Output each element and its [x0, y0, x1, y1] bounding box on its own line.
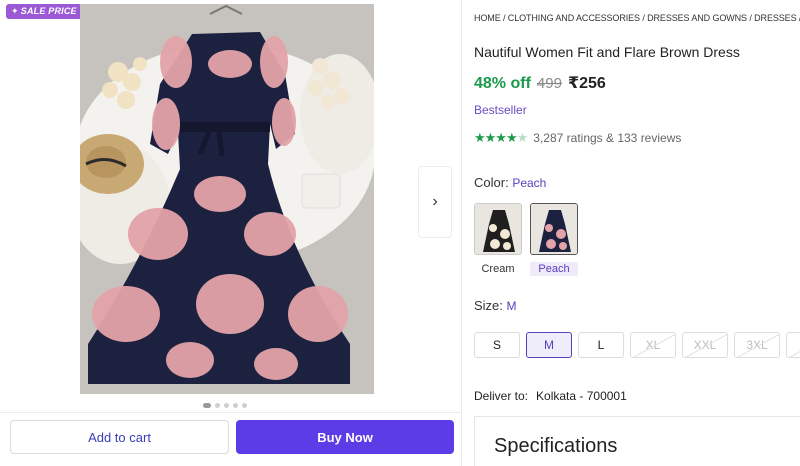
deliver-to-label: Deliver to: — [474, 389, 529, 403]
specifications-title[interactable]: Specifications — [494, 435, 617, 458]
size-option-s[interactable]: S — [474, 332, 520, 358]
ratings-count: 3,287 ratings & 133 reviews — [533, 131, 682, 145]
gallery-dot[interactable] — [233, 403, 238, 408]
size-option-xxl: XXL — [682, 332, 728, 358]
size-option-m[interactable]: M — [526, 332, 572, 358]
size-option-3xl: 3XL — [734, 332, 780, 358]
size-label: Size: — [474, 298, 503, 313]
cream-dress-thumbnail — [475, 204, 521, 254]
sale-badge: ✦ SALE PRICE — [6, 4, 82, 19]
gallery-dot[interactable] — [242, 403, 247, 408]
delivery-row[interactable]: Deliver to: Kolkata - 700001 — [474, 389, 627, 403]
price-row: 48% off 499 ₹256 — [474, 73, 606, 93]
breadcrumb[interactable]: HOME / CLOTHING AND ACCESSORIES / DRESSE… — [474, 13, 800, 23]
dress-photo — [80, 4, 374, 394]
column-divider — [461, 0, 462, 466]
color-label: Color: — [474, 175, 509, 190]
gallery-dots — [203, 403, 247, 408]
size-label-row: Size: M — [474, 298, 517, 313]
size-option-xl: XL — [630, 332, 676, 358]
size-option-more — [786, 332, 800, 358]
selected-color: Peach — [512, 176, 547, 190]
gallery-dot[interactable] — [203, 403, 211, 408]
selling-price: ₹256 — [567, 75, 606, 92]
original-price: 499 — [536, 75, 562, 92]
delivery-location: Kolkata - 700001 — [536, 389, 627, 403]
bestseller-tag: Bestseller — [474, 103, 527, 117]
product-image[interactable] — [80, 4, 374, 394]
next-image-button[interactable]: › — [418, 166, 452, 238]
divider — [0, 412, 462, 413]
discount-percent: 48% off — [474, 75, 531, 92]
peach-dress-thumbnail — [531, 204, 577, 254]
gallery-dot[interactable] — [215, 403, 220, 408]
star-rating-icon: ★★★★★ — [474, 130, 528, 145]
buy-now-button[interactable]: Buy Now — [236, 420, 454, 454]
color-swatch-cream[interactable] — [474, 203, 522, 255]
color-swatch-peach[interactable] — [530, 203, 578, 255]
product-title: Nautiful Women Fit and Flare Brown Dress — [474, 44, 740, 60]
product-details: HOME / CLOTHING AND ACCESSORIES / DRESSE… — [474, 0, 800, 466]
color-label-row: Color: Peach — [474, 175, 546, 190]
size-option-l[interactable]: L — [578, 332, 624, 358]
selected-size: M — [506, 299, 517, 313]
product-gallery: ✦ SALE PRICE › Add to cart Buy Now — [0, 0, 462, 466]
color-option-cream[interactable]: Cream — [474, 263, 522, 275]
rating-row[interactable]: ★★★★★ 3,287 ratings & 133 reviews — [474, 130, 681, 146]
add-to-cart-button[interactable]: Add to cart — [10, 420, 229, 454]
chevron-right-icon: › — [432, 193, 438, 210]
color-option-peach[interactable]: Peach — [530, 262, 578, 276]
gallery-dot[interactable] — [224, 403, 229, 408]
